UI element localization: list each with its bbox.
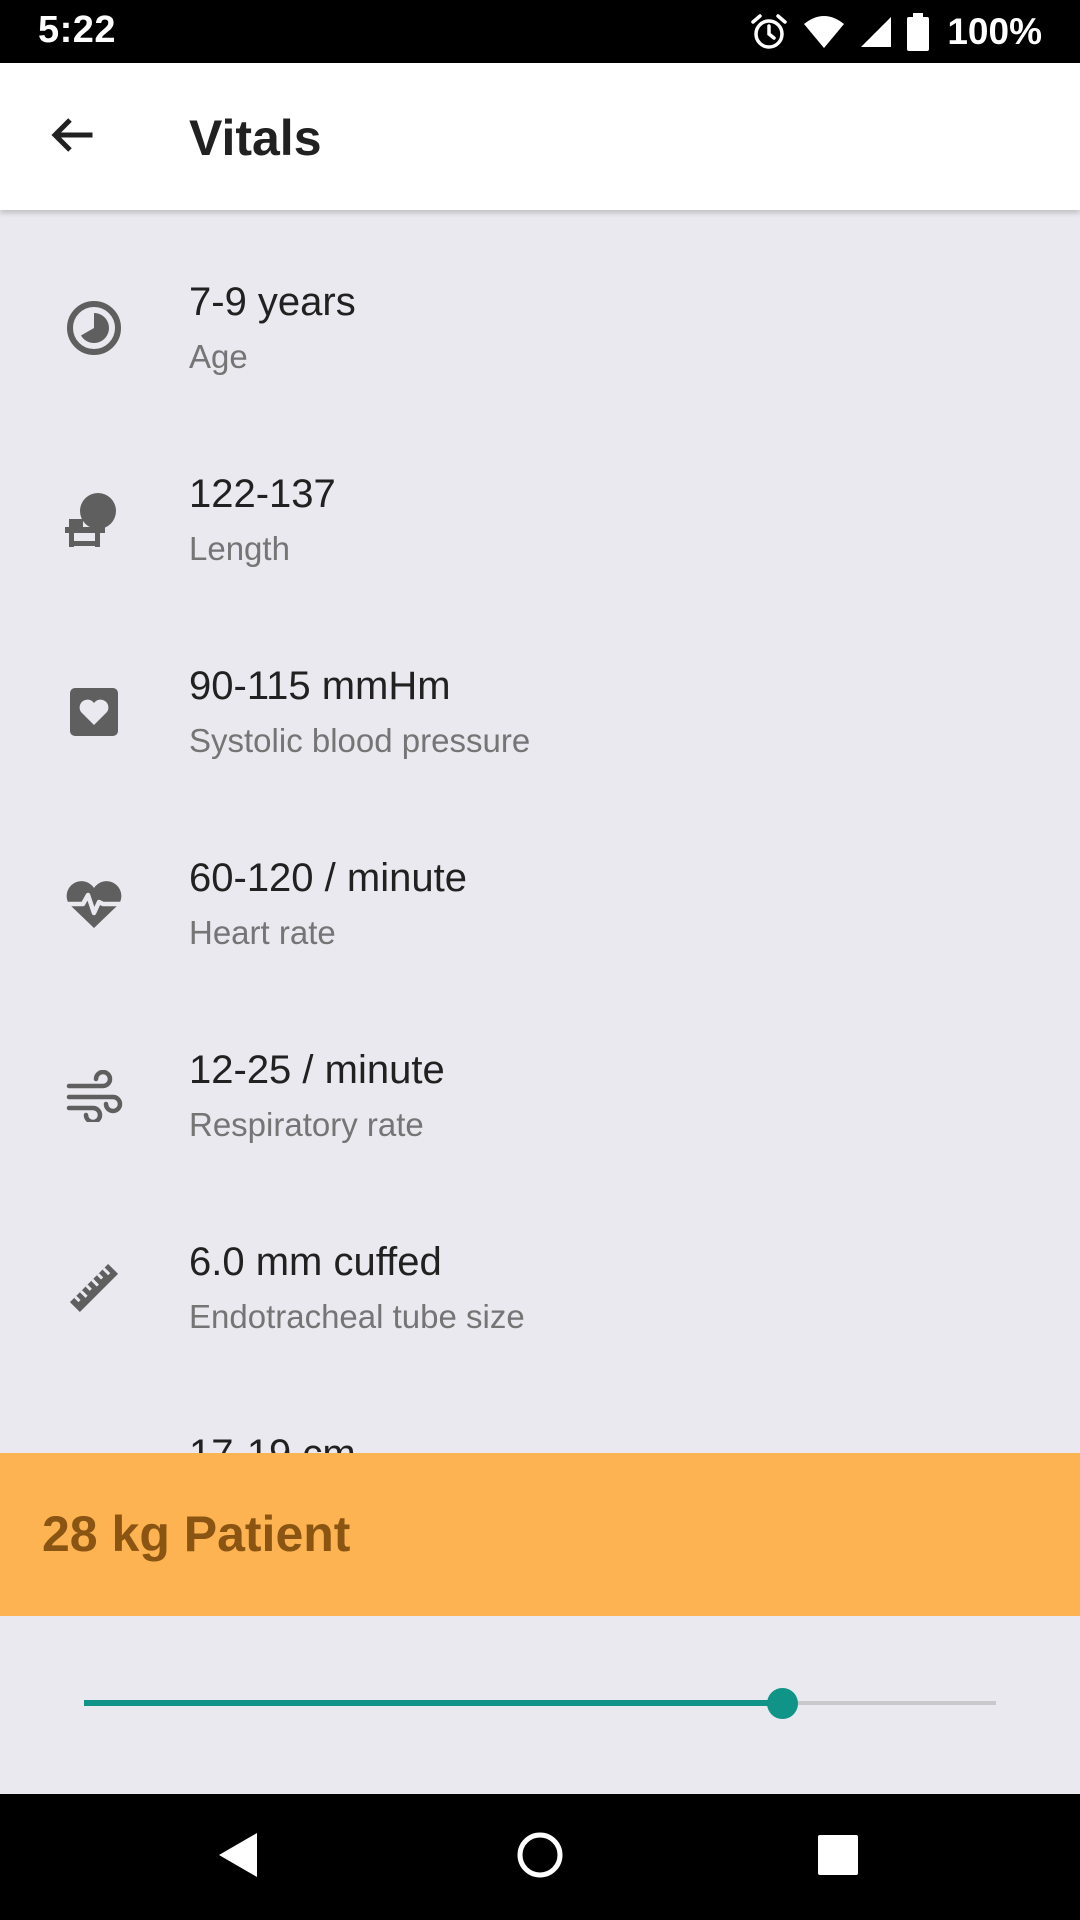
vital-label: Age	[189, 338, 248, 375]
screen: 5:22 100% Vitals 7-9 years Age 122-137 L…	[0, 0, 1080, 1920]
weight-slider[interactable]	[84, 1683, 996, 1723]
age-clock-icon	[62, 296, 126, 360]
nav-home-icon	[515, 1830, 565, 1885]
cell-signal-icon	[859, 15, 893, 49]
vital-label: Systolic blood pressure	[189, 722, 531, 759]
wifi-icon	[803, 14, 845, 50]
status-icons: 100%	[749, 0, 1042, 63]
vital-value: 122-137	[189, 472, 336, 516]
page-title: Vitals	[189, 110, 322, 166]
status-bar: 5:22 100%	[0, 0, 1080, 63]
nav-recents-icon	[817, 1834, 859, 1881]
heart-box-icon	[62, 680, 126, 744]
list-item-systolic-blood-pressure[interactable]: 90-115 mmHm Systolic blood pressure	[0, 594, 1080, 786]
nav-home-button[interactable]	[500, 1817, 580, 1897]
navigation-bar	[0, 1794, 1080, 1920]
slider-fill	[84, 1700, 782, 1706]
list-item-age[interactable]: 7-9 years Age	[0, 210, 1080, 402]
back-button[interactable]	[36, 101, 108, 173]
vital-label: Endotracheal tube size	[189, 1298, 525, 1335]
vital-label: Heart rate	[189, 914, 336, 951]
vital-label: Respiratory rate	[189, 1106, 424, 1143]
vital-value: 90-115 mmHm	[189, 664, 451, 708]
list-item-length[interactable]: 122-137 Length	[0, 402, 1080, 594]
list-item-partial[interactable]: 17-19 cm	[0, 1362, 1080, 1453]
battery-percent: 100%	[947, 10, 1042, 52]
heart-pulse-icon	[62, 872, 126, 936]
arrow-back-icon	[48, 111, 96, 164]
nav-back-button[interactable]	[198, 1817, 278, 1897]
vital-value: 12-25 / minute	[189, 1048, 445, 1092]
list-item-endotracheal-tube-size[interactable]: 6.0 mm cuffed Endotracheal tube size	[0, 1170, 1080, 1362]
ruler-icon	[62, 1256, 126, 1320]
vital-value: 7-9 years	[189, 280, 356, 324]
patient-weight-label: 28 kg Patient	[42, 1506, 351, 1562]
length-child-icon	[62, 488, 126, 552]
vital-value: 17-19 cm	[189, 1432, 356, 1453]
nav-back-icon	[215, 1830, 261, 1885]
vital-value: 6.0 mm cuffed	[189, 1240, 442, 1284]
slider-thumb[interactable]	[767, 1688, 798, 1719]
vital-label: Length	[189, 530, 290, 567]
list-item-respiratory-rate[interactable]: 12-25 / minute Respiratory rate	[0, 978, 1080, 1170]
nav-recents-button[interactable]	[798, 1817, 878, 1897]
app-bar: Vitals	[0, 63, 1080, 210]
wind-icon	[62, 1064, 126, 1128]
list-item-heart-rate[interactable]: 60-120 / minute Heart rate	[0, 786, 1080, 978]
battery-icon	[907, 12, 930, 51]
alarm-icon	[749, 12, 789, 52]
vitals-list: 7-9 years Age 122-137 Length 90-115 mmHm…	[0, 210, 1080, 1453]
weight-slider-area	[0, 1616, 1080, 1794]
status-time: 5:22	[38, 9, 117, 51]
patient-weight-banner: 28 kg Patient	[0, 1453, 1080, 1616]
vital-value: 60-120 / minute	[189, 856, 467, 900]
